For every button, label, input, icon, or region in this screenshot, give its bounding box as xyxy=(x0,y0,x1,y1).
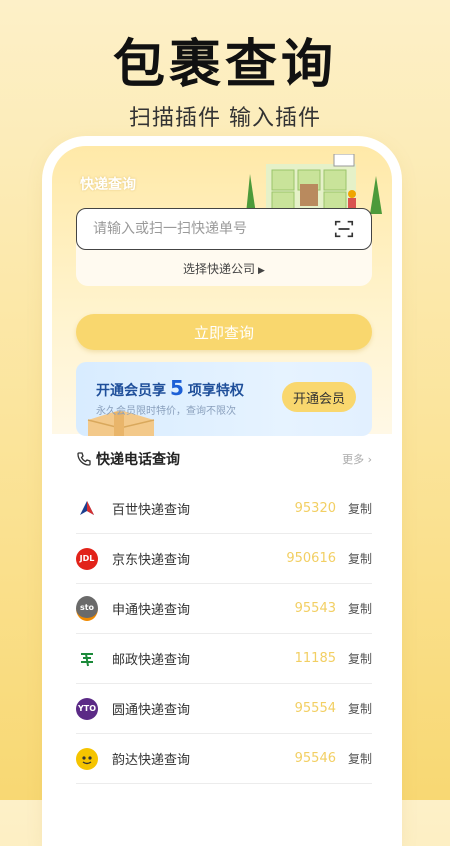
courier-phone-number: 95554 xyxy=(294,701,336,716)
courier-row-best[interactable]: 百世快递查询 95320 复制 xyxy=(76,484,372,534)
app-title: 快递查询 xyxy=(80,177,136,193)
yto-logo-text: YTO xyxy=(77,704,97,713)
yunda-express-logo xyxy=(76,747,98,770)
courier-name: 京东快递查询 xyxy=(112,553,191,568)
hero-subtitle: 扫描插件 输入插件 xyxy=(129,106,321,131)
courier-phone-number: 95320 xyxy=(294,501,336,516)
courier-name: 圆通快递查询 xyxy=(112,703,191,718)
phone-frame: 快递查询 选择快递公司▶ 立即查询 xyxy=(52,146,392,846)
delivery-illustration xyxy=(246,154,382,214)
best-express-logo xyxy=(76,497,98,520)
courier-row-yunda[interactable]: 韵达快递查询 95546 复制 xyxy=(76,734,372,784)
query-button[interactable]: 立即查询 xyxy=(76,314,372,350)
section-title: 快递电话查询 xyxy=(96,452,180,468)
courier-phone-number: 95546 xyxy=(294,751,336,766)
copy-button[interactable]: 复制 xyxy=(348,550,372,567)
open-vip-button[interactable]: 开通会员 xyxy=(282,382,356,412)
hero-title: 包裹查询 xyxy=(112,35,337,95)
copy-button[interactable]: 复制 xyxy=(348,500,372,517)
tracking-input-card: 选择快递公司▶ xyxy=(76,208,372,286)
yto-express-logo: YTO xyxy=(76,697,98,720)
china-post-logo xyxy=(76,647,98,670)
scan-icon[interactable] xyxy=(333,218,355,240)
courier-list: 百世快递查询 95320 复制 JDL 京东快递查询 950616 复制 sto… xyxy=(76,484,372,784)
vip-title: 开通会员享 5 项享特权 xyxy=(96,376,244,400)
copy-button[interactable]: 复制 xyxy=(348,750,372,767)
vip-title-suffix: 项享特权 xyxy=(187,383,244,399)
courier-row-jd[interactable]: JDL 京东快递查询 950616 复制 xyxy=(76,534,372,584)
phone-icon xyxy=(77,452,91,466)
tracking-number-input[interactable] xyxy=(91,220,333,238)
courier-name: 申通快递查询 xyxy=(112,603,191,618)
courier-name: 韵达快递查询 xyxy=(112,753,191,768)
courier-phone-number: 11185 xyxy=(294,651,336,666)
select-courier-label: 选择快递公司 xyxy=(183,262,256,276)
more-label: 更多 xyxy=(342,453,365,466)
courier-row-sto[interactable]: sto 申通快递查询 95543 复制 xyxy=(76,584,372,634)
vip-description: 永久会员限时特价，查询不限次 xyxy=(96,406,236,417)
caret-right-icon: ▶ xyxy=(258,266,265,276)
courier-name: 邮政快递查询 xyxy=(112,653,191,668)
copy-button[interactable]: 复制 xyxy=(348,650,372,667)
sto-logo-text: sto xyxy=(79,602,95,612)
courier-phone-section-header: 快递电话查询 更多 › xyxy=(76,448,372,470)
tracking-search-box xyxy=(76,208,372,250)
courier-row-post[interactable]: 邮政快递查询 11185 复制 xyxy=(76,634,372,684)
courier-row-yto[interactable]: YTO 圆通快递查询 95554 复制 xyxy=(76,684,372,734)
courier-phone-number: 95543 xyxy=(294,601,336,616)
more-link[interactable]: 更多 › xyxy=(342,451,372,467)
courier-name: 百世快递查询 xyxy=(112,503,191,518)
vip-title-number: 5 xyxy=(170,376,184,400)
jd-logistics-logo: JDL xyxy=(76,547,98,570)
jd-logo-text: JDL xyxy=(79,554,95,563)
sto-express-logo: sto xyxy=(76,596,98,621)
vip-title-prefix: 开通会员享 xyxy=(96,383,166,399)
copy-button[interactable]: 复制 xyxy=(348,600,372,617)
vip-banner[interactable]: 开通会员享 5 项享特权 永久会员限时特价，查询不限次 开通会员 xyxy=(76,362,372,436)
copy-button[interactable]: 复制 xyxy=(348,700,372,717)
select-courier-company[interactable]: 选择快递公司 ▶ xyxy=(76,260,372,277)
courier-phone-number: 950616 xyxy=(286,551,336,566)
